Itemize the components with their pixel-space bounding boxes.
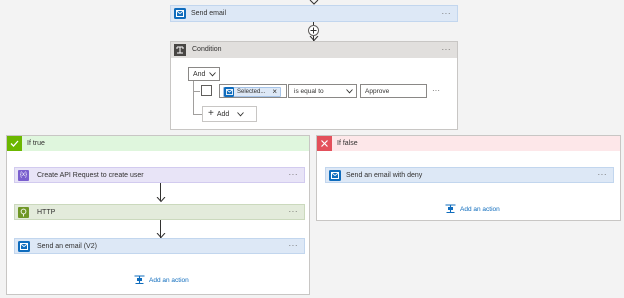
check-icon bbox=[7, 136, 22, 151]
insert-step-plus-icon[interactable] bbox=[308, 25, 319, 36]
outlook-icon bbox=[329, 170, 341, 181]
step-more-button[interactable]: ··· bbox=[289, 207, 299, 216]
create-api-request-step[interactable]: {x} Create API Request to create user ··… bbox=[14, 167, 305, 183]
condition-card: Condition ··· And Selected... × is equal… bbox=[170, 41, 458, 130]
outlook-icon bbox=[18, 241, 30, 252]
right-operand-field[interactable]: Approve bbox=[360, 84, 427, 98]
dynamic-content-token[interactable]: Selected... × bbox=[223, 86, 281, 97]
add-action-label: Add an action bbox=[149, 276, 189, 284]
if-false-add-action-button[interactable]: Add an action bbox=[445, 204, 500, 214]
if-false-branch: If false Send an email with deny ··· Add… bbox=[316, 135, 621, 221]
chevron-down-icon bbox=[209, 72, 216, 77]
plus-icon: + bbox=[208, 108, 214, 119]
add-row-label: Add bbox=[216, 110, 230, 118]
globe-icon bbox=[18, 207, 29, 218]
send-email-v2-step[interactable]: Send an email (V2) ··· bbox=[14, 238, 305, 254]
if-false-title: If false bbox=[337, 140, 358, 147]
http-step[interactable]: HTTP ··· bbox=[14, 204, 305, 220]
step-label: HTTP bbox=[37, 209, 56, 216]
close-icon bbox=[317, 136, 332, 151]
outlook-icon bbox=[174, 8, 186, 19]
condition-header[interactable]: Condition ··· bbox=[171, 42, 457, 58]
and-operator-select[interactable]: And bbox=[188, 67, 220, 81]
step-more-button[interactable]: ··· bbox=[289, 241, 299, 250]
condition-icon bbox=[174, 44, 186, 56]
if-true-title: If true bbox=[27, 140, 45, 147]
variable-icon: {x} bbox=[18, 170, 29, 181]
comparator-value: is equal to bbox=[294, 88, 324, 95]
if-true-header[interactable]: If true bbox=[7, 136, 309, 151]
tree-branch bbox=[193, 114, 202, 115]
condition-more-button[interactable]: ··· bbox=[442, 45, 452, 54]
row-checkbox[interactable] bbox=[201, 85, 212, 96]
step-label: Send an email with deny bbox=[346, 172, 423, 179]
chevron-down-icon bbox=[237, 111, 245, 116]
add-action-icon bbox=[134, 275, 145, 285]
add-action-label: Add an action bbox=[460, 205, 500, 213]
add-action-icon bbox=[445, 204, 456, 214]
step-more-button[interactable]: ··· bbox=[598, 170, 608, 179]
if-true-branch: If true {x} Create API Request to create… bbox=[6, 135, 310, 295]
send-email-more-button[interactable]: ··· bbox=[442, 9, 452, 18]
if-true-add-action-button[interactable]: Add an action bbox=[134, 275, 189, 285]
comparator-select[interactable]: is equal to bbox=[288, 84, 357, 98]
send-email-deny-step[interactable]: Send an email with deny ··· bbox=[325, 167, 614, 183]
connector-arrowhead bbox=[156, 197, 166, 203]
token-label: Selected... bbox=[237, 88, 266, 95]
add-row-button[interactable]: + Add bbox=[202, 106, 257, 122]
outlook-icon bbox=[224, 86, 234, 97]
left-operand-field[interactable]: Selected... × bbox=[219, 84, 287, 98]
send-email-title: Send email bbox=[191, 10, 227, 17]
condition-title: Condition bbox=[192, 46, 222, 53]
step-label: Send an email (V2) bbox=[37, 243, 97, 250]
step-label: Create API Request to create user bbox=[37, 172, 144, 179]
right-operand-value: Approve bbox=[365, 88, 390, 95]
if-false-header[interactable]: If false bbox=[317, 136, 620, 151]
row-more-button[interactable]: ··· bbox=[432, 86, 440, 95]
tree-branch bbox=[193, 91, 200, 92]
send-email-step[interactable]: Send email ··· bbox=[170, 5, 458, 22]
token-remove-icon[interactable]: × bbox=[272, 87, 277, 96]
tree-line bbox=[193, 81, 194, 114]
chevron-down-icon bbox=[346, 89, 353, 94]
and-operator-value: And bbox=[193, 71, 206, 78]
step-more-button[interactable]: ··· bbox=[289, 170, 299, 179]
